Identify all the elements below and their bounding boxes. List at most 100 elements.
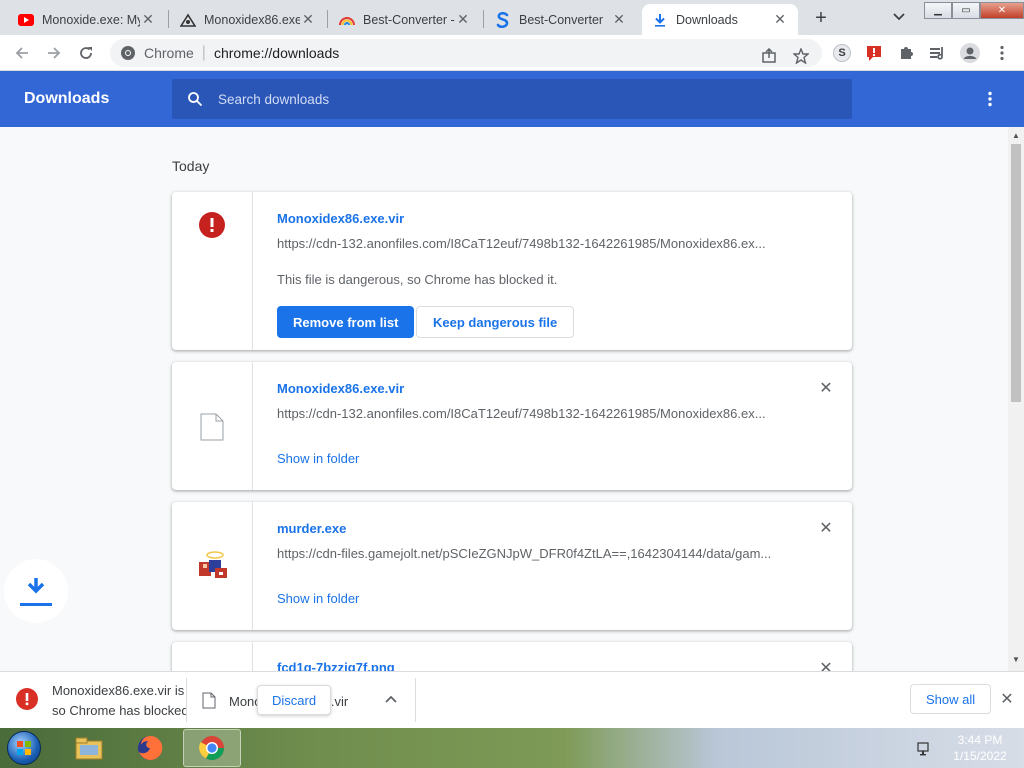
tab-close-icon[interactable]: ✕ xyxy=(455,11,471,28)
network-icon[interactable] xyxy=(916,739,934,757)
system-clock[interactable]: 3:44 PM 1/15/2022 xyxy=(940,732,1020,764)
start-button[interactable] xyxy=(2,729,46,767)
file-url[interactable]: https://cdn-132.anonfiles.com/I8CaT12euf… xyxy=(277,236,777,251)
tab-search-icon[interactable] xyxy=(888,6,910,28)
game-character-icon xyxy=(195,550,229,630)
search-box[interactable] xyxy=(172,79,852,119)
show-all-button[interactable]: Show all xyxy=(910,684,992,714)
remove-item-close-icon[interactable]: ✕ xyxy=(818,660,834,671)
extensions-puzzle-icon[interactable] xyxy=(895,42,917,64)
danger-icon xyxy=(199,212,225,350)
downloads-list: Today Monoxidex86.exe.vir https://cdn-13… xyxy=(0,127,1008,671)
url-text[interactable]: chrome://downloads xyxy=(214,45,339,61)
download-icon xyxy=(652,12,668,28)
date-heading: Today xyxy=(172,158,210,174)
download-arrow-icon xyxy=(27,577,45,593)
scroll-thumb[interactable] xyxy=(1011,144,1021,402)
search-icon xyxy=(186,90,204,108)
tab-title: Monoxide.exe: My xyxy=(42,12,140,27)
search-input[interactable] xyxy=(218,91,818,107)
remove-from-list-button[interactable]: Remove from list xyxy=(277,306,415,338)
red-extension-icon[interactable] xyxy=(863,42,885,64)
back-icon[interactable] xyxy=(10,41,34,65)
show-in-folder-link[interactable]: Show in folder xyxy=(277,451,359,466)
generic-file-icon xyxy=(202,692,216,712)
s-logo-icon xyxy=(495,11,511,28)
file-name[interactable]: fcd1q-7bzzjq7f.png xyxy=(277,660,395,671)
file-url[interactable]: https://cdn-files.gamejolt.net/pSCIeZGNJ… xyxy=(277,546,777,561)
address-bar[interactable]: Chrome | chrome://downloads xyxy=(110,39,822,67)
file-explorer-taskbar-icon[interactable] xyxy=(60,729,118,767)
window-close-button[interactable]: ✕ xyxy=(980,2,1024,19)
firefox-taskbar-icon[interactable] xyxy=(121,729,179,767)
generic-file-icon xyxy=(200,413,224,490)
show-in-folder-link[interactable]: Show in folder xyxy=(277,591,359,606)
danger-icon xyxy=(16,688,38,713)
tab-downloads[interactable]: Downloads ✕ xyxy=(642,4,798,35)
youtube-icon xyxy=(18,12,34,28)
scroll-up-arrow-icon[interactable]: ▲ xyxy=(1012,131,1020,140)
tab-best-converter-1[interactable]: Best-Converter - ( ✕ xyxy=(329,4,481,35)
shelf-blocked-text-line1: Monoxidex86.exe.vir is xyxy=(52,683,185,698)
s-extension-label: S xyxy=(833,44,851,62)
tab-monoxide-youtube[interactable]: Monoxide.exe: My ✕ xyxy=(8,4,166,35)
clock-time: 3:44 PM xyxy=(957,733,1003,747)
danger-description: This file is dangerous, so Chrome has bl… xyxy=(277,272,558,287)
windows-logo-icon xyxy=(7,731,41,765)
remove-item-close-icon[interactable]: ✕ xyxy=(818,520,834,537)
file-name[interactable]: Monoxidex86.exe.vir xyxy=(277,381,404,396)
scroll-down-arrow-icon[interactable]: ▼ xyxy=(1012,655,1020,664)
more-actions-icon[interactable] xyxy=(978,89,1002,109)
windows-taskbar: 3:44 PM 1/15/2022 xyxy=(0,728,1024,768)
file-name[interactable]: murder.exe xyxy=(277,521,346,536)
site-chip: Chrome xyxy=(144,45,194,61)
shelf-item-blocked[interactable]: Monoxidex86.exe.vir is so Chrome has blo… xyxy=(0,672,186,728)
file-icon-column xyxy=(172,192,253,350)
tab-title: Monoxidex86.exe xyxy=(204,12,300,27)
download-item: Monoxidex86.exe.vir https://cdn-132.anon… xyxy=(172,362,852,490)
remove-item-close-icon[interactable]: ✕ xyxy=(818,380,834,397)
minimize-button[interactable]: ▁ xyxy=(924,2,952,19)
reload-icon[interactable] xyxy=(74,41,98,65)
tab-title: Downloads xyxy=(676,12,738,27)
shelf-blocked-text-line2: so Chrome has blocked xyxy=(52,703,186,718)
download-item: murder.exe https://cdn-files.gamejolt.ne… xyxy=(172,502,852,630)
omnibox-divider: | xyxy=(201,44,206,61)
tab-separator xyxy=(327,10,328,28)
tab-monoxidex86[interactable]: Monoxidex86.exe ✕ xyxy=(170,4,326,35)
s-extension-icon[interactable]: S xyxy=(831,42,853,64)
maximize-button[interactable]: ▭ xyxy=(952,2,980,19)
tab-best-converter-2[interactable]: Best-Converter ✕ xyxy=(485,4,637,35)
tab-separator xyxy=(483,10,484,28)
reading-list-icon[interactable] xyxy=(927,42,949,64)
fab-underline xyxy=(20,602,52,606)
shelf-divider xyxy=(415,678,416,722)
download-item: fcd1q-7bzzjq7f.png ✕ xyxy=(172,642,852,671)
tab-close-icon[interactable]: ✕ xyxy=(611,11,627,28)
bookmark-star-icon[interactable] xyxy=(790,45,812,67)
downloads-fab[interactable] xyxy=(4,559,68,623)
browser-toolbar: Chrome | chrome://downloads S xyxy=(0,35,1024,71)
chrome-menu-icon[interactable] xyxy=(991,42,1013,64)
forward-icon[interactable] xyxy=(42,41,66,65)
file-url[interactable]: https://cdn-132.anonfiles.com/I8CaT12euf… xyxy=(277,406,777,421)
tab-close-icon[interactable]: ✕ xyxy=(772,11,788,28)
tab-close-icon[interactable]: ✕ xyxy=(300,11,316,28)
file-icon-column xyxy=(172,642,253,671)
shelf-close-icon[interactable]: ✕ xyxy=(998,690,1016,708)
tab-close-icon[interactable]: ✕ xyxy=(140,11,156,28)
downloads-header: Downloads xyxy=(0,71,1024,127)
page-title: Downloads xyxy=(24,90,110,107)
page-scrollbar[interactable]: ▲ ▼ xyxy=(1008,127,1024,671)
chrome-icon xyxy=(120,45,136,61)
share-icon[interactable] xyxy=(758,45,780,67)
chevron-up-icon[interactable] xyxy=(385,692,397,706)
clock-date: 1/15/2022 xyxy=(953,749,1007,763)
keep-dangerous-file-button[interactable]: Keep dangerous file xyxy=(416,306,575,338)
new-tab-button[interactable]: + xyxy=(808,5,834,31)
discard-button[interactable]: Discard xyxy=(257,685,332,715)
profile-avatar-icon[interactable] xyxy=(959,42,981,64)
chrome-taskbar-icon[interactable] xyxy=(183,729,241,767)
file-name: Monoxidex86.exe.vir xyxy=(277,211,405,226)
download-shelf: Monoxidex86.exe.vir is so Chrome has blo… xyxy=(0,671,1024,728)
